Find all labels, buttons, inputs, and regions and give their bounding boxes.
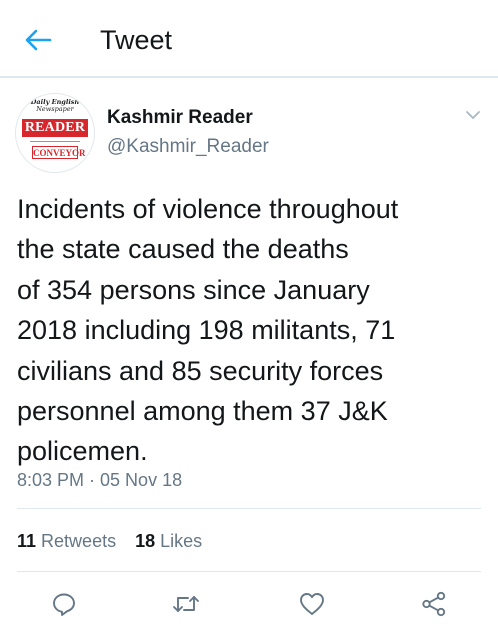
tweet-timestamp: 8:03 PM · 05 Nov 18	[17, 470, 183, 490]
retweet-icon	[173, 596, 199, 612]
page-title: Tweet	[100, 25, 173, 55]
tweet-text-line: the state caused the deaths	[17, 234, 349, 265]
tweet-text-line: personnel among them 37 J&K	[17, 396, 388, 427]
share-icon	[422, 591, 446, 617]
avatar-masthead: READER	[22, 119, 88, 137]
reply-button[interactable]	[49, 589, 79, 619]
top-bar: Tweet	[0, 0, 498, 78]
divider	[17, 571, 481, 572]
avatar-rule	[30, 141, 80, 142]
author-display-name[interactable]: Kashmir Reader	[107, 106, 253, 130]
share-button[interactable]	[419, 589, 449, 619]
retweets-label: Retweets	[41, 531, 117, 551]
likes-label: Likes	[160, 531, 203, 551]
tweet-text: Incidents of violence throughout the sta…	[17, 189, 487, 472]
back-button[interactable]	[20, 22, 56, 58]
tweet-text-line: Incidents of violence throughout	[17, 194, 399, 224]
likes-count: 18	[135, 531, 156, 551]
heart-icon	[300, 593, 324, 615]
avatar-tagline-sub: Newspaper	[36, 105, 74, 113]
like-button[interactable]	[297, 589, 327, 619]
tweet-text-line: civilians and 85 security forces	[17, 355, 384, 386]
tweet-text-line: of 354 persons since January	[17, 274, 370, 305]
arrow-left-icon	[25, 29, 52, 51]
author-handle[interactable]: @Kashmir_Reader	[107, 135, 269, 159]
reply-icon	[53, 593, 75, 616]
retweets-stat[interactable]: 11 Retweets	[17, 531, 116, 551]
avatar-sub-masthead: CONVEYOR	[32, 146, 86, 159]
divider	[17, 508, 481, 509]
tweet-text-line: 2018 including 198 militants, 71	[17, 315, 396, 346]
avatar[interactable]: Daily English Newspaper READER CONVEYOR	[15, 93, 95, 173]
tweet-text-line: policemen.	[17, 436, 148, 467]
retweets-count: 11	[17, 531, 37, 551]
engagement-stats: 11 Retweets 18 Likes	[17, 530, 216, 552]
likes-stat[interactable]: 18 Likes	[135, 531, 202, 551]
chevron-down-icon[interactable]	[464, 106, 482, 124]
retweet-button[interactable]	[171, 589, 201, 619]
